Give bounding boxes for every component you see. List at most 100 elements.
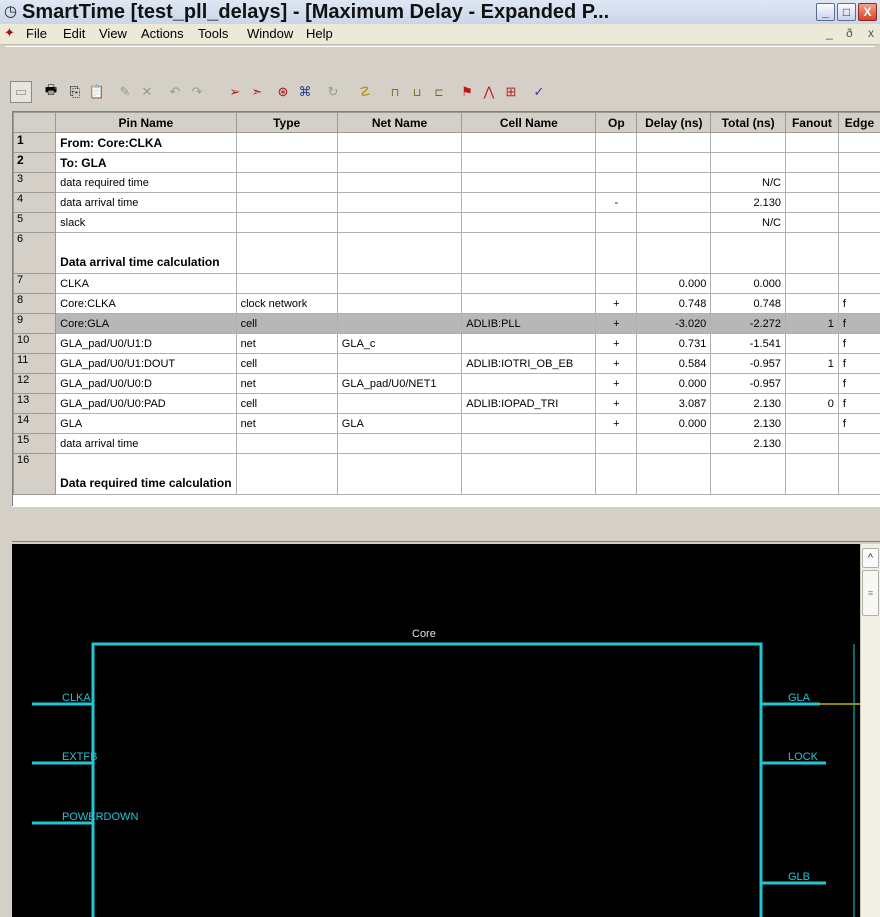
print-icon[interactable]: 🖶 [40, 81, 62, 103]
cell-edge[interactable] [837, 212, 880, 233]
cell-total[interactable] [710, 232, 786, 274]
cell-net[interactable] [336, 132, 463, 153]
output-delay-icon[interactable]: ⊏ [428, 81, 450, 103]
cell-delay[interactable]: 0.731 [636, 333, 712, 354]
menu-file[interactable]: File [26, 26, 47, 41]
cell-net[interactable] [336, 453, 463, 495]
cell-edge[interactable]: f [837, 373, 880, 394]
row-number[interactable]: 14 [13, 413, 57, 434]
cell-pin[interactable]: From: Core:CLKA [55, 132, 237, 153]
table-row[interactable]: 14 GLA net GLA +0.000 2.130 f [13, 413, 880, 434]
cell-edge[interactable] [837, 273, 880, 294]
cell-type[interactable]: net [235, 413, 338, 434]
cell-op[interactable]: + [595, 333, 638, 354]
cell-op[interactable]: + [595, 373, 638, 394]
maximize-button[interactable]: □ [837, 3, 856, 21]
database-icon[interactable]: ▭ [10, 81, 32, 103]
menu-actions[interactable]: Actions [141, 26, 184, 41]
cell-op[interactable]: + [595, 293, 638, 314]
cell-total[interactable]: N/C [710, 212, 786, 233]
cell-pin[interactable]: Core:CLKA [55, 293, 237, 314]
cell-edge[interactable]: f [837, 413, 880, 434]
max-delay-icon[interactable]: ⊞ [500, 81, 522, 103]
cell-delay[interactable] [636, 192, 712, 213]
cell-net[interactable]: GLA_c [336, 333, 463, 354]
cell-cell[interactable] [461, 212, 597, 233]
app-menu-icon[interactable]: ✦ [4, 25, 20, 41]
mdi-restore-button[interactable]: ð [846, 26, 853, 40]
cell-edge[interactable]: f [837, 293, 880, 314]
cell-fanout[interactable] [784, 273, 839, 294]
cell-delay[interactable] [636, 172, 712, 193]
cell-fanout[interactable] [784, 433, 839, 454]
col-header-total[interactable]: Total (ns) [710, 112, 786, 133]
col-header-fanout[interactable]: Fanout [784, 112, 839, 133]
cell-edge[interactable] [837, 132, 880, 153]
cell-total[interactable] [710, 152, 786, 173]
scroll-up-icon[interactable]: ^ [862, 548, 879, 568]
schematic-view[interactable]: Core CLKA EXTFB POWERDOWN GLA LOCK GLB [12, 544, 860, 917]
paste-icon[interactable]: 📋 [86, 81, 108, 103]
col-header-edge[interactable]: Edge [837, 112, 880, 133]
filter-icon[interactable]: ➢ [224, 81, 246, 103]
cell-type[interactable] [235, 273, 338, 294]
row-number[interactable]: 16 [13, 453, 57, 495]
cell-edge[interactable] [837, 152, 880, 173]
cell-net[interactable] [336, 172, 463, 193]
cell-op[interactable] [595, 212, 638, 233]
cell-total[interactable]: 0.000 [710, 273, 786, 294]
cell-fanout[interactable] [784, 192, 839, 213]
mdi-close-button[interactable]: x [868, 26, 874, 40]
cell-pin[interactable]: GLA_pad/U0/U1:D [55, 333, 237, 354]
cell-cell[interactable] [461, 293, 597, 314]
cell-total[interactable]: 0.748 [710, 293, 786, 314]
cell-delay[interactable]: -3.020 [636, 313, 712, 334]
cell-op[interactable]: + [595, 353, 638, 374]
cell-edge[interactable] [837, 433, 880, 454]
cell-cell[interactable] [461, 192, 597, 213]
cell-type[interactable]: clock network [235, 293, 338, 314]
cell-net[interactable] [336, 192, 463, 213]
cell-edge[interactable] [837, 232, 880, 274]
minimize-button[interactable]: _ [816, 3, 835, 21]
cell-net[interactable] [336, 273, 463, 294]
row-number[interactable]: 8 [13, 293, 57, 314]
row-number[interactable]: 12 [13, 373, 57, 394]
cell-pin[interactable]: Core:GLA [55, 313, 237, 334]
cell-type[interactable]: net [235, 373, 338, 394]
cell-total[interactable]: -0.957 [710, 353, 786, 374]
cell-net[interactable] [336, 393, 463, 414]
cell-type[interactable] [235, 152, 338, 173]
cell-edge[interactable] [837, 172, 880, 193]
col-header-net-name[interactable]: Net Name [336, 112, 463, 133]
table-row[interactable]: 12 GLA_pad/U0/U0:D net GLA_pad/U0/NET1 +0.00… [13, 373, 880, 394]
cell-edge[interactable] [837, 453, 880, 495]
cell-pin[interactable]: GLA_pad/U0/U1:DOUT [55, 353, 237, 374]
cell-delay[interactable]: 0.000 [636, 413, 712, 434]
cell-delay[interactable] [636, 232, 712, 274]
cell-type[interactable] [235, 172, 338, 193]
core-block[interactable] [91, 642, 763, 917]
col-header-op[interactable]: Op [595, 112, 638, 133]
col-header-cell-name[interactable]: Cell Name [461, 112, 597, 133]
cell-op[interactable] [595, 132, 638, 153]
row-number[interactable]: 5 [13, 212, 57, 233]
expand-path-icon[interactable]: ➣ [246, 81, 268, 103]
cell-pin[interactable]: slack [55, 212, 237, 233]
cell-net[interactable] [336, 433, 463, 454]
cell-net[interactable] [336, 353, 463, 374]
cell-fanout[interactable] [784, 413, 839, 434]
cell-type[interactable] [235, 453, 338, 495]
cell-total[interactable]: 2.130 [710, 413, 786, 434]
redo-icon[interactable]: ↷ [186, 81, 208, 103]
row-number[interactable]: 7 [13, 273, 57, 294]
input-delay-icon[interactable]: ⊔ [406, 81, 428, 103]
cell-cell[interactable] [461, 273, 597, 294]
cell-delay[interactable]: 0.000 [636, 273, 712, 294]
cell-cell[interactable] [461, 413, 597, 434]
cell-fanout[interactable] [784, 172, 839, 193]
row-number[interactable]: 6 [13, 232, 57, 274]
cell-pin[interactable]: data arrival time [55, 192, 237, 213]
multicycle-icon[interactable]: ⋀ [478, 81, 500, 103]
cell-cell[interactable]: ADLIB:PLL [461, 313, 597, 334]
